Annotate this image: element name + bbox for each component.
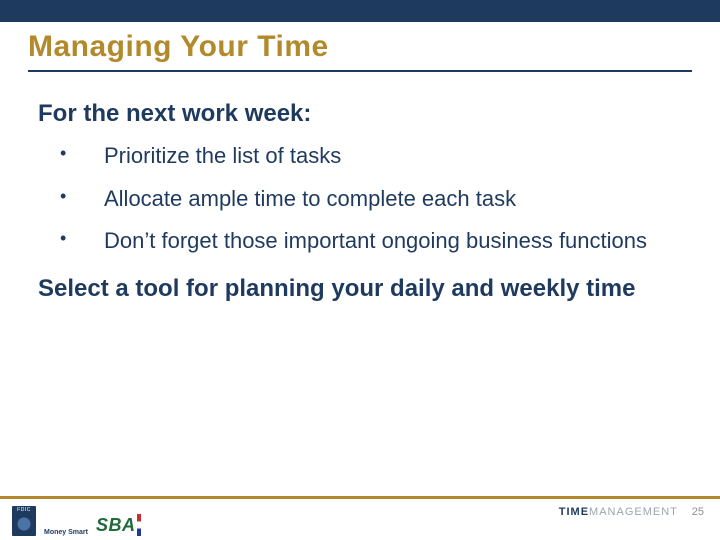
moneysmart-logo-icon: Money Smart: [44, 529, 88, 536]
footer-tag-a: TIME: [559, 506, 589, 518]
bullet-icon: •: [60, 227, 104, 250]
bullet-icon: •: [60, 185, 104, 208]
page-number: 25: [692, 506, 704, 518]
closing-text: Select a tool for planning your daily an…: [38, 274, 682, 304]
sba-text: SBA: [96, 515, 136, 536]
lead-text: For the next work week:: [38, 100, 682, 128]
footer: FDIC Money Smart SBA TIMEMANAGEMENT 25: [0, 496, 720, 540]
footer-logos: FDIC Money Smart SBA: [12, 506, 141, 536]
slide-title: Managing Your Time: [28, 30, 720, 64]
bullet-list: • Prioritize the list of tasks • Allocat…: [38, 142, 682, 256]
list-item: • Don’t forget those important ongoing b…: [60, 227, 682, 256]
fdic-logo-icon: FDIC: [12, 506, 36, 536]
bullet-text: Prioritize the list of tasks: [104, 142, 341, 171]
footer-rule: [0, 496, 720, 499]
footer-tag-b: MANAGEMENT: [589, 506, 678, 518]
fdic-label: FDIC: [12, 507, 36, 513]
bullet-text: Don’t forget those important ongoing bus…: [104, 227, 647, 256]
sba-flag-icon: [137, 514, 141, 536]
bullet-text: Allocate ample time to complete each tas…: [104, 185, 516, 214]
title-underline: [28, 70, 692, 72]
footer-right: TIMEMANAGEMENT 25: [559, 506, 704, 518]
top-accent-bar: [0, 0, 720, 22]
slide-body: For the next work week: • Prioritize the…: [38, 100, 682, 304]
list-item: • Allocate ample time to complete each t…: [60, 185, 682, 214]
sba-logo-icon: SBA: [96, 514, 142, 536]
bullet-icon: •: [60, 142, 104, 165]
list-item: • Prioritize the list of tasks: [60, 142, 682, 171]
